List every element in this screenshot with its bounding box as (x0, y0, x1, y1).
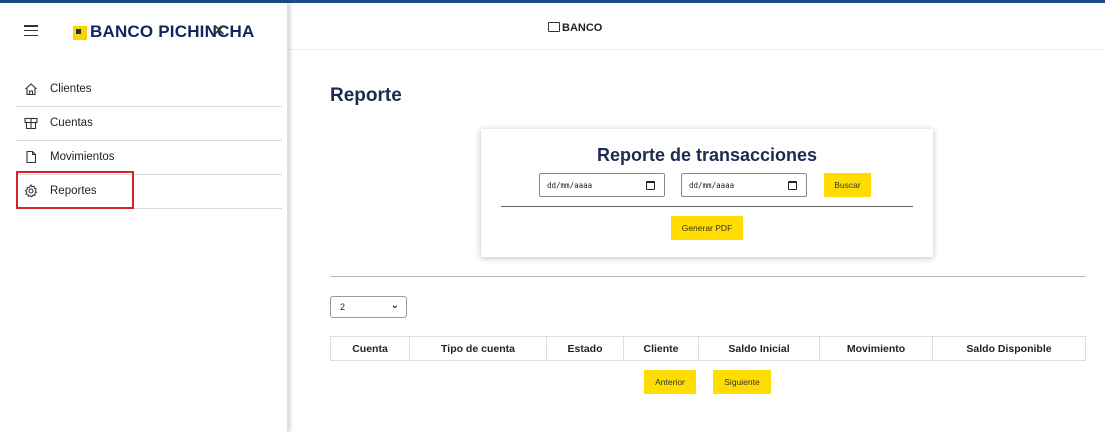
column-header[interactable]: Tipo de cuenta (409, 336, 547, 361)
column-header[interactable]: Saldo Inicial (698, 336, 820, 361)
chevron-down-icon: ⌄ (390, 300, 399, 311)
report-card: Reporte de transacciones dd/mm/aaaa dd/m… (481, 129, 933, 257)
date-from-input[interactable]: dd/mm/aaaa (539, 173, 665, 197)
sidebar-item-movimientos[interactable]: Movimientos (16, 141, 282, 175)
calendar-icon[interactable] (788, 181, 797, 190)
date-to-placeholder: dd/mm/aaaa (689, 181, 735, 190)
sidebar-item-clientes[interactable]: Clientes (16, 73, 282, 107)
card-divider (501, 206, 913, 207)
column-header[interactable]: Movimiento (819, 336, 933, 361)
page-size-select[interactable]: 2 ⌄ (330, 296, 407, 318)
column-header[interactable]: Estado (546, 336, 624, 361)
date-from-placeholder: dd/mm/aaaa (547, 181, 593, 190)
generate-pdf-button[interactable]: Generar PDF (671, 216, 743, 240)
top-bar: BANCO (288, 3, 1105, 50)
page-size-value: 2 (340, 302, 346, 312)
page-title: Reporte (330, 85, 402, 106)
next-page-button[interactable]: Siguiente (713, 370, 771, 394)
document-icon (26, 150, 37, 164)
column-header[interactable]: Cliente (623, 336, 699, 361)
menu-icon[interactable] (24, 25, 38, 37)
sidebar-item-label: Movimientos (50, 151, 115, 163)
column-header[interactable]: Cuenta (330, 336, 410, 361)
sidebar-item-cuentas[interactable]: Cuentas (16, 107, 282, 141)
column-header[interactable]: Saldo Disponible (932, 336, 1086, 361)
transactions-table: Cuenta Tipo de cuenta Estado Cliente Sal… (330, 336, 1086, 361)
sidebar-header: BANCO PICHINCHA ✕ (0, 3, 287, 49)
sidebar-item-label: Cuentas (50, 117, 93, 129)
sidebar: BANCO PICHINCHA ✕ Clientes Cuentas Movim… (0, 3, 288, 432)
topbar-brand[interactable]: BANCO (548, 22, 602, 34)
bank-logo-icon (73, 26, 87, 40)
search-button[interactable]: Buscar (824, 173, 871, 197)
highlight-box (16, 171, 134, 209)
table-header-row: Cuenta Tipo de cuenta Estado Cliente Sal… (330, 336, 1086, 361)
previous-page-button[interactable]: Anterior (644, 370, 696, 394)
folder-icon (548, 22, 560, 32)
date-to-input[interactable]: dd/mm/aaaa (681, 173, 807, 197)
topbar-brand-label: BANCO (562, 22, 603, 34)
section-divider (330, 276, 1086, 277)
sidebar-item-label: Clientes (50, 83, 92, 95)
brand-name: BANCO PICHINCHA (90, 22, 255, 41)
calendar-icon[interactable] (646, 181, 655, 190)
home-icon (25, 83, 37, 96)
report-card-title: Reporte de transacciones (596, 145, 818, 165)
close-icon[interactable]: ✕ (212, 21, 226, 41)
accounts-icon (24, 117, 38, 130)
